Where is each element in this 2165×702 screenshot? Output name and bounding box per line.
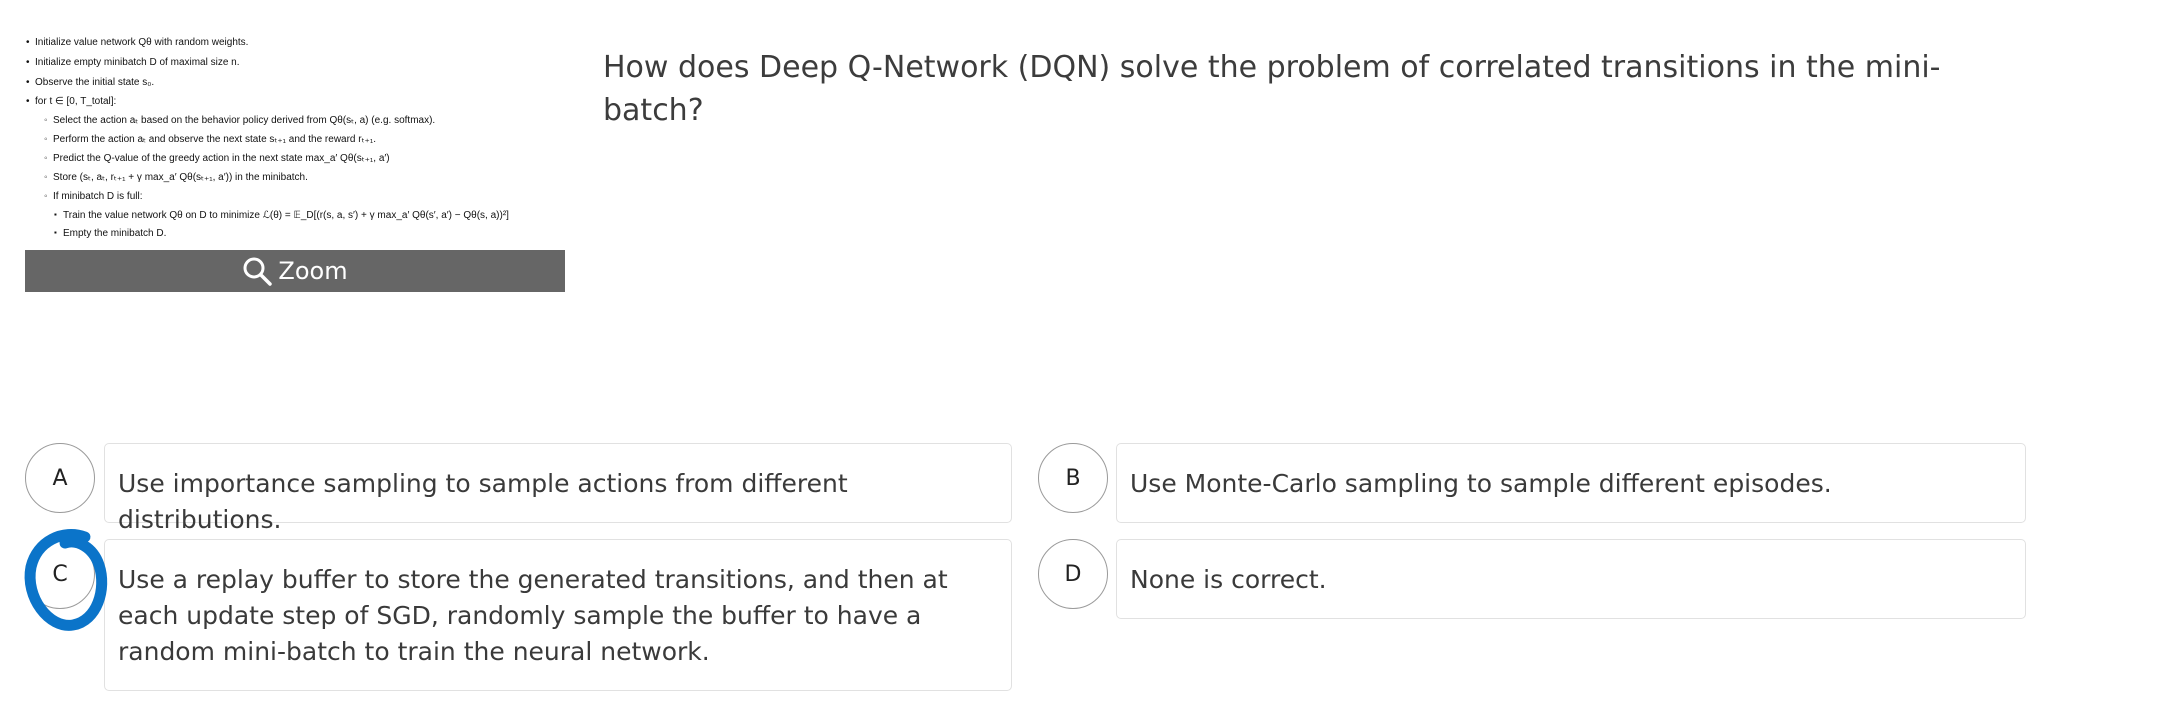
algorithm-line: Select the action aₜ based on the behavi… [44, 115, 435, 126]
algorithm-line: Observe the initial state s₀. [26, 77, 154, 88]
algorithm-line: Initialize empty minibatch D of maximal … [26, 57, 240, 68]
option-c-card[interactable]: Use a replay buffer to store the generat… [104, 539, 1012, 691]
algorithm-line: Perform the action aₜ and observe the ne… [44, 134, 376, 145]
algorithm-line: for t ∈ [0, T_total]: [26, 96, 116, 107]
option-d-letter[interactable]: D [1038, 539, 1108, 609]
algorithm-line: Initialize value network Qθ with random … [26, 37, 248, 48]
option-a-text: Use importance sampling to sample action… [118, 469, 848, 534]
zoom-label: Zoom [278, 257, 348, 285]
option-a-letter[interactable]: A [25, 443, 95, 513]
algorithm-line: Predict the Q-value of the greedy action… [44, 153, 390, 164]
option-b-letter[interactable]: B [1038, 443, 1108, 513]
zoom-button[interactable]: Zoom [25, 250, 565, 292]
option-a-card[interactable]: Use importance sampling to sample action… [104, 443, 1012, 534]
algorithm-line: Store (sₜ, aₜ, rₜ₊₁ + γ max_a′ Qθ(sₜ₊₁, … [44, 172, 308, 183]
algorithm-line: If minibatch D is full: [44, 191, 143, 202]
option-d-card[interactable]: None is correct. [1116, 539, 2026, 619]
option-b-card[interactable]: Use Monte-Carlo sampling to sample diffe… [1116, 443, 2026, 523]
question-text: How does Deep Q-Network (DQN) solve the … [603, 50, 1941, 128]
option-b-text: Use Monte-Carlo sampling to sample diffe… [1130, 469, 1832, 498]
option-c-text: Use a replay buffer to store the generat… [118, 565, 948, 666]
magnifier-icon [243, 257, 273, 286]
algorithm-line: Train the value network Qθ on D to minim… [54, 210, 509, 221]
algorithm-figure: Initialize value network Qθ with random … [25, 30, 565, 292]
option-c-letter[interactable]: C [25, 539, 95, 609]
algorithm-line: Empty the minibatch D. [54, 228, 166, 239]
algorithm-text: Initialize value network Qθ with random … [25, 30, 565, 250]
option-d-text: None is correct. [1130, 565, 1327, 594]
